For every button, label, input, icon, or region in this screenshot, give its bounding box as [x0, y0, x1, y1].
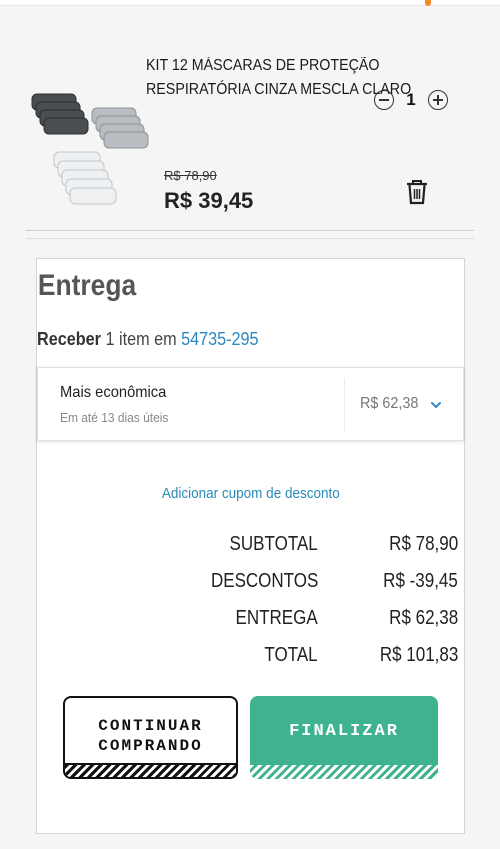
receive-item-count: 1 item em [105, 329, 177, 349]
summary-label: TOTAL [264, 644, 318, 666]
divider [26, 230, 474, 231]
shipping-option-eta: Em até 13 dias úteis [60, 410, 169, 425]
shipping-option-name: Mais econômica [60, 384, 167, 401]
delivery-title: Entrega [37, 269, 137, 302]
continue-shopping-line2: COMPRANDO [98, 737, 203, 755]
summary-label: DESCONTOS [210, 570, 318, 592]
add-coupon-link[interactable]: Adicionar cupom de desconto [37, 485, 464, 502]
button-stripes [65, 763, 236, 777]
delivery-card: Entrega Receber 1 item em 54735-295 Mais… [36, 258, 465, 834]
continue-shopping-line1: CONTINUAR [98, 717, 203, 735]
delivery-receive-line: Receber 1 item em 54735-295 [37, 329, 259, 350]
divider [344, 378, 345, 432]
cart-item: KIT 12 MÁSCARAS DE PROTEÇÃO RESPIRATÓRIA… [0, 40, 500, 230]
summary-value: R$ -39,45 [383, 570, 458, 592]
summary-label: ENTREGA [235, 607, 318, 629]
product-price: R$ 39,45 [164, 188, 254, 213]
finish-label: FINALIZAR [289, 722, 399, 741]
product-image [31, 93, 149, 205]
order-summary: SUBTOTAL R$ 78,90 DESCONTOS R$ -39,45 EN… [37, 533, 464, 681]
notification-dot [425, 0, 431, 6]
old-price: R$ 78,90 [164, 168, 217, 183]
continue-shopping-button[interactable]: CONTINUAR COMPRANDO [63, 696, 238, 779]
plus-circle-icon[interactable] [428, 90, 448, 110]
divider [26, 238, 474, 239]
trash-icon[interactable] [404, 178, 430, 206]
finish-button[interactable]: FINALIZAR [250, 696, 438, 779]
summary-row-discounts: DESCONTOS R$ -39,45 [37, 570, 464, 607]
button-stripes [250, 765, 438, 779]
summary-value: R$ 62,38 [389, 607, 458, 629]
continue-shopping-label: CONTINUAR COMPRANDO [65, 716, 236, 756]
receive-label: Receber [37, 329, 101, 349]
add-coupon-label: Adicionar cupom de desconto [161, 485, 340, 502]
chevron-down-icon [431, 402, 441, 409]
shipping-option-price: R$ 62,38 [360, 395, 419, 412]
summary-label: SUBTOTAL [229, 533, 318, 555]
summary-row-subtotal: SUBTOTAL R$ 78,90 [37, 533, 464, 570]
summary-row-shipping: ENTREGA R$ 62,38 [37, 607, 464, 644]
summary-row-total: TOTAL R$ 101,83 [37, 644, 464, 681]
cep-link[interactable]: 54735-295 [181, 329, 258, 349]
shipping-option-select[interactable]: Mais econômica Em até 13 dias úteis R$ 6… [37, 367, 464, 441]
summary-value: R$ 78,90 [389, 533, 458, 555]
minus-circle-icon[interactable] [374, 90, 394, 110]
quantity-stepper: 1 [374, 88, 448, 112]
quantity-value: 1 [406, 90, 416, 109]
summary-value: R$ 101,83 [379, 644, 458, 666]
